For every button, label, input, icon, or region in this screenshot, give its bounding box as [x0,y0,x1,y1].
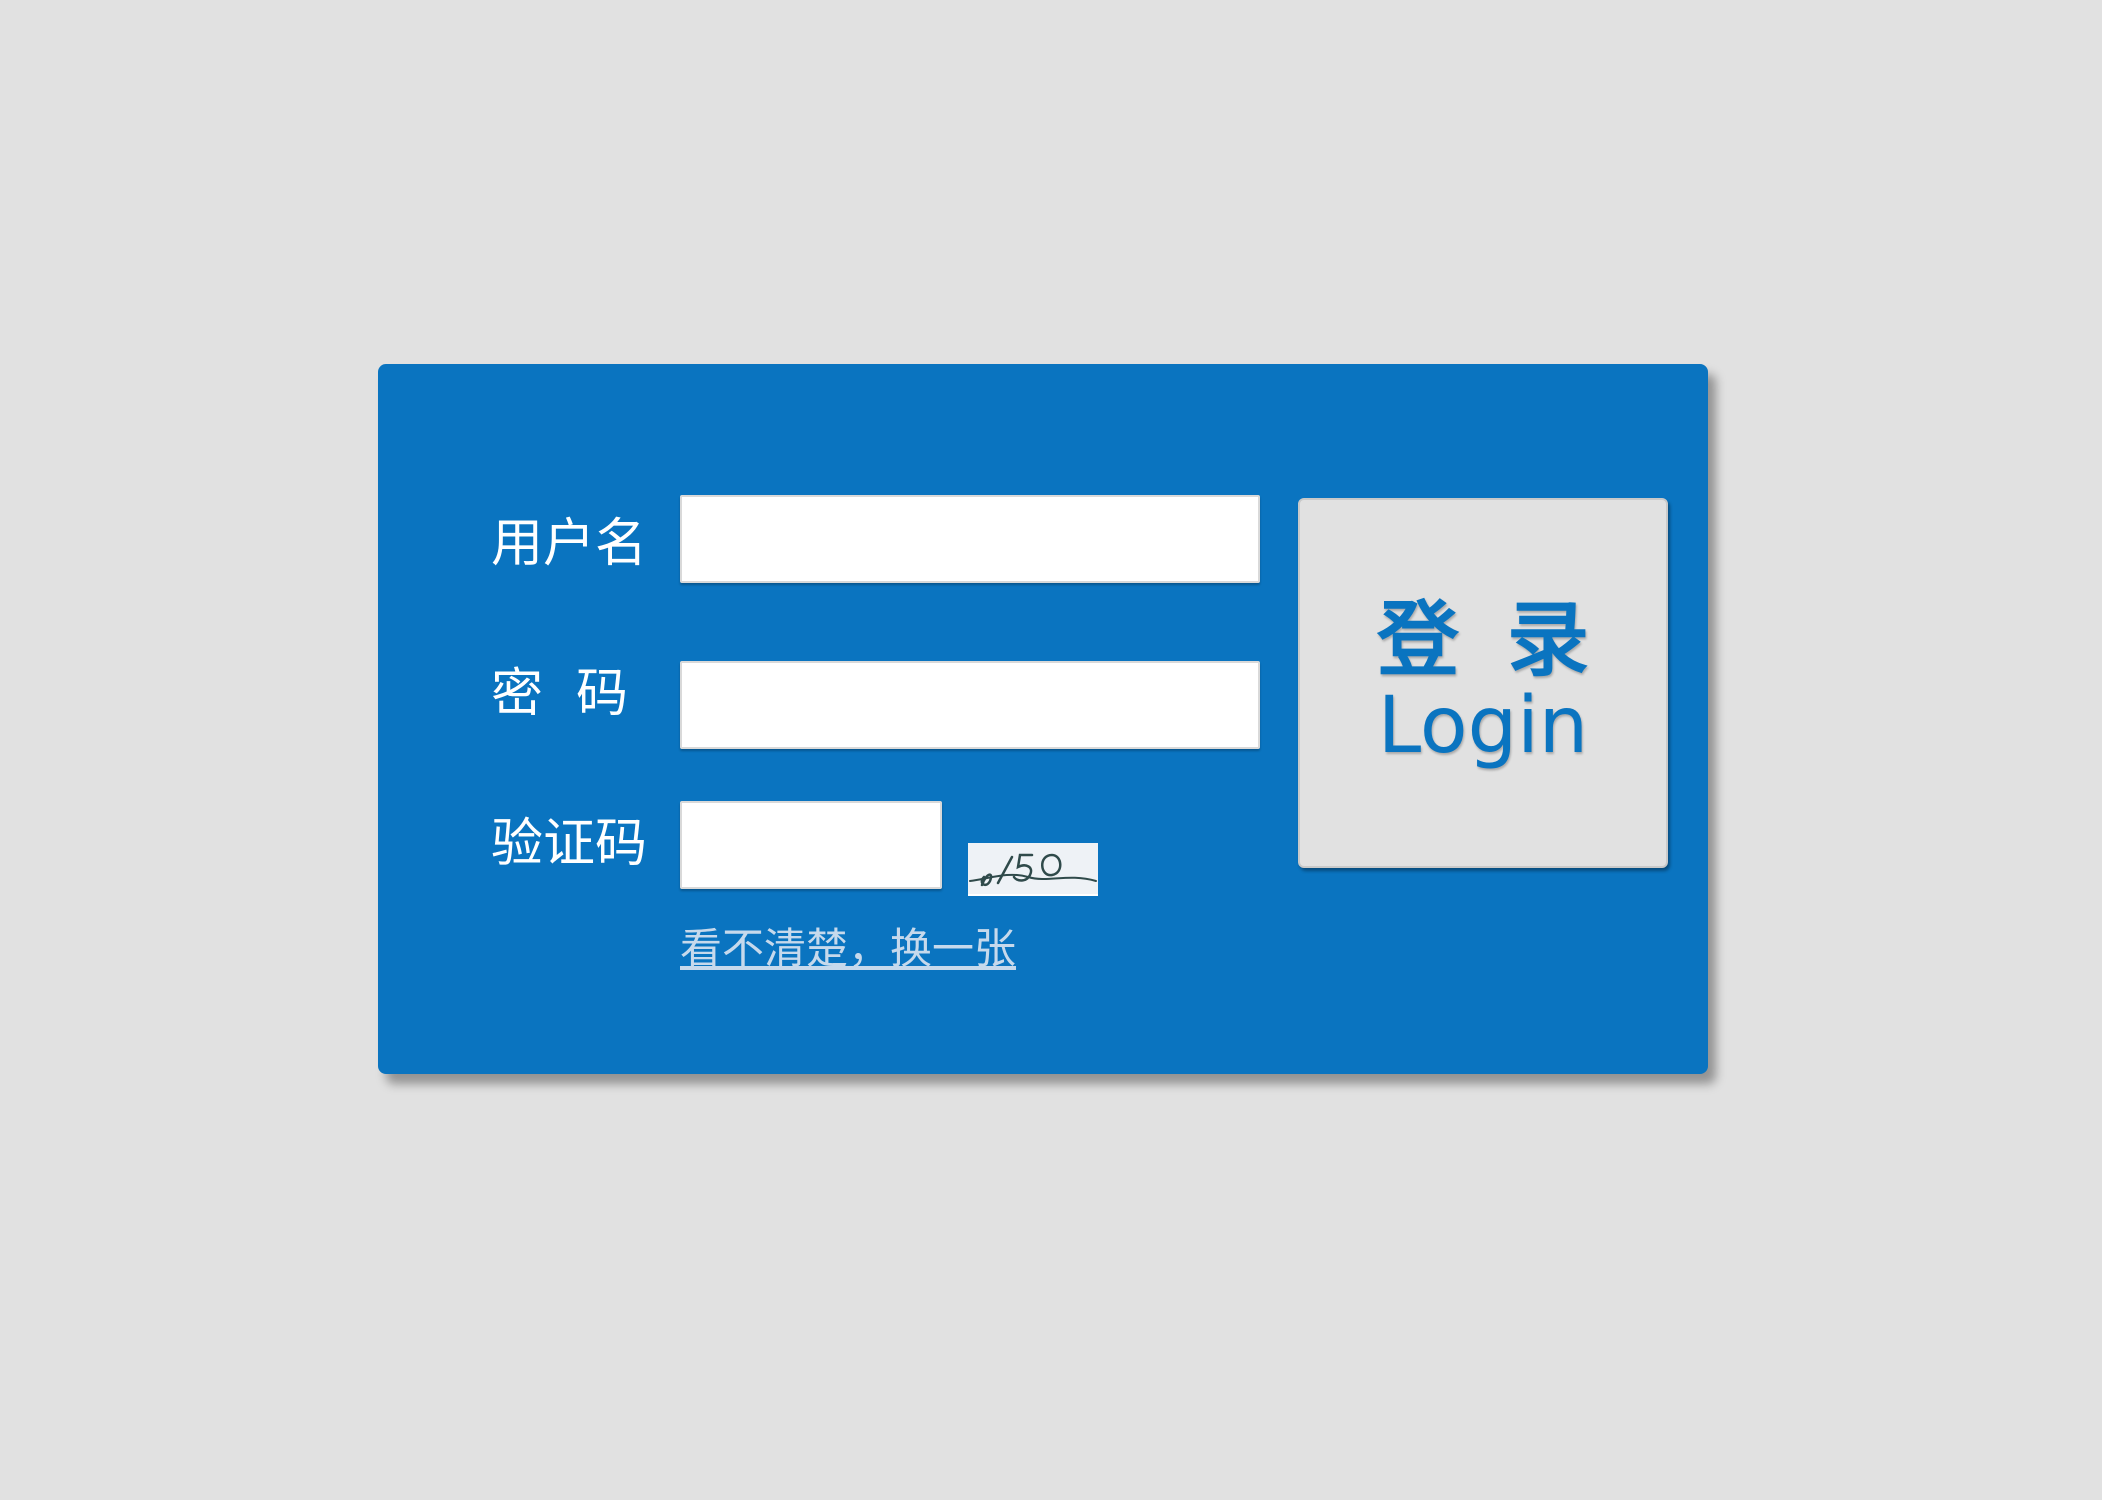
captcha-input[interactable] [680,801,942,889]
refresh-captcha-link[interactable]: 看不清楚，换一张 [680,924,1016,974]
password-label: 密 码 [491,664,629,724]
password-input[interactable] [680,661,1260,749]
username-input[interactable] [680,495,1260,583]
login-button-label-en: Login [1377,681,1589,771]
username-label: 用户名 [491,514,648,574]
login-button[interactable]: 登录 Login [1298,498,1668,868]
login-button-label-cn: 登录 [1376,593,1637,688]
captcha-label: 验证码 [491,814,648,874]
captcha-image[interactable] [968,843,1098,896]
login-panel: 用户名 密 码 验证码 看不清楚，换一张 登录 Login [378,364,1708,1074]
captcha-squiggle-icon [969,853,1097,887]
